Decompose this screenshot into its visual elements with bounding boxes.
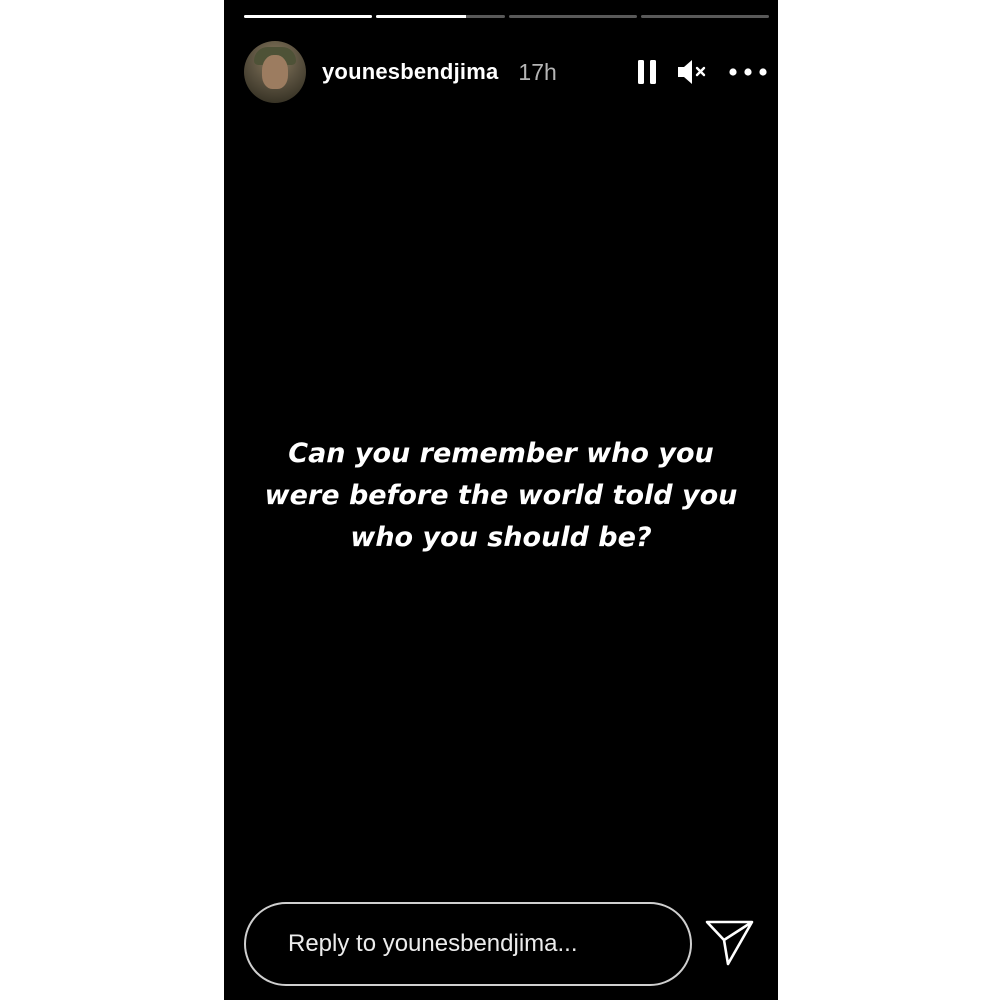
progress-segment: [376, 15, 505, 18]
story-progress-bar: [244, 15, 769, 18]
pause-icon[interactable]: [636, 58, 658, 86]
caption-line: who you should be?: [350, 522, 652, 553]
progress-fill: [376, 15, 467, 18]
post-time: 17h: [518, 58, 557, 85]
muted-speaker-icon[interactable]: [676, 58, 710, 86]
progress-segment: [640, 15, 769, 18]
username-link[interactable]: younesbendjima: [322, 59, 498, 85]
caption-line: Can you remember who you: [288, 438, 714, 469]
progress-fill: [244, 15, 373, 18]
more-options-icon[interactable]: [728, 67, 768, 77]
caption-line: were before the world told you: [264, 480, 738, 511]
reply-input[interactable]: [286, 929, 670, 959]
story-controls: [636, 58, 768, 86]
progress-segment: [244, 15, 373, 18]
story-caption: Can you remember who you were before the…: [224, 433, 778, 559]
story-viewer: younesbendjima 17h Can you remember who …: [224, 0, 778, 1000]
reply-box[interactable]: [244, 902, 692, 986]
story-header: younesbendjima 17h: [244, 40, 774, 104]
progress-segment: [508, 15, 637, 18]
send-icon[interactable]: [704, 918, 756, 968]
avatar[interactable]: [244, 41, 306, 103]
avatar-face: [262, 55, 288, 89]
